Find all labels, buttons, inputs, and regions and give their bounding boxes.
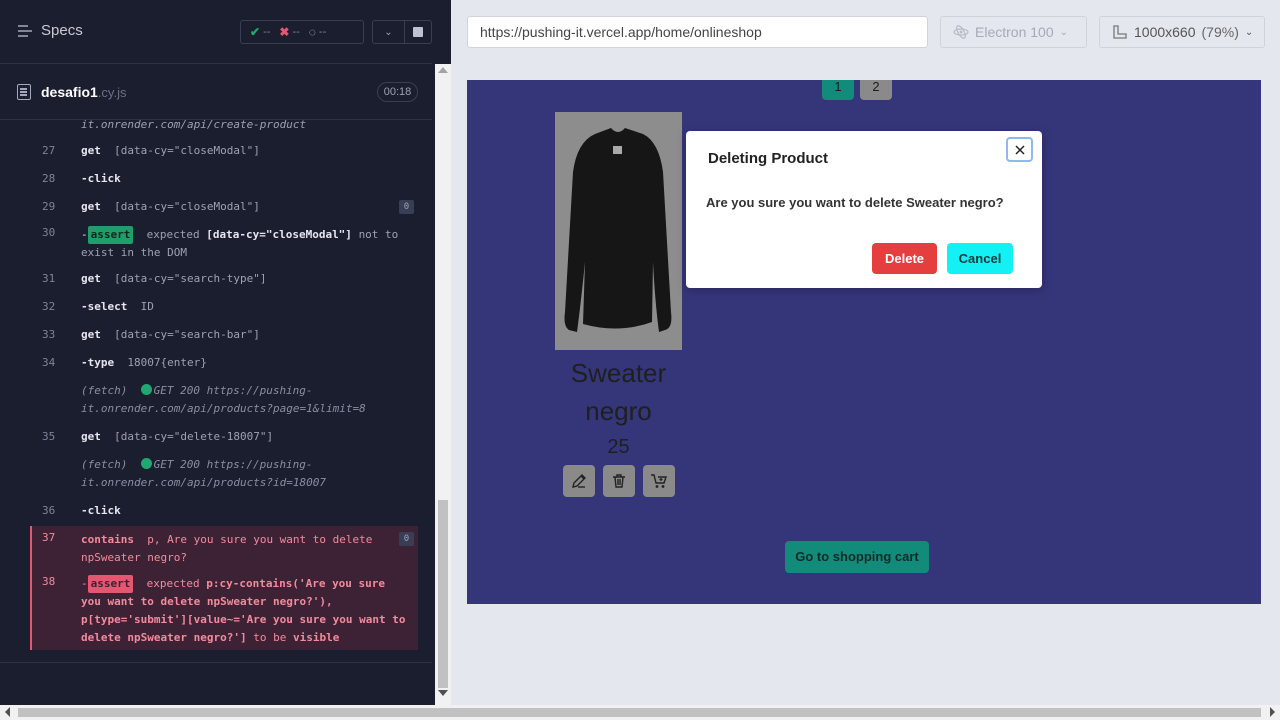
spec-file-name[interactable]: desafio1.cy.js [41, 84, 126, 100]
product-name: Sweater negro [570, 358, 667, 426]
cart-plus-icon [651, 474, 667, 488]
page-button-2[interactable]: 2 [860, 80, 892, 100]
log-row-error[interactable]: 37 contains p, Are you sure you want to … [30, 526, 418, 572]
count-badge: 0 [399, 200, 414, 214]
failed-stat: ✖ -- [279, 25, 300, 39]
count-badge: 0 [399, 532, 414, 546]
scroll-down-icon[interactable] [438, 690, 448, 696]
chevron-down-icon: ⌄ [1059, 26, 1068, 38]
check-icon: ✔ [250, 25, 261, 39]
modal-message: Are you sure you want to delete Sweater … [706, 195, 1004, 210]
product-price: 25 [607, 436, 630, 458]
close-modal-button[interactable] [1006, 137, 1033, 162]
x-icon: ✖ [279, 25, 290, 39]
log-row[interactable]: 28 -click [30, 172, 418, 190]
document-icon [17, 84, 31, 100]
log-row[interactable]: 33 get [data-cy="search-bar"] [30, 328, 418, 346]
specs-label: Specs [41, 22, 83, 39]
page-button-1[interactable]: 1 [822, 80, 854, 100]
pagination: 1 2 [822, 80, 892, 100]
log-row[interactable]: 27 get [data-cy="closeModal"] [30, 144, 418, 162]
reporter-header: Specs ✔ -- ✖ -- ◌ -- ⌄ [0, 0, 432, 64]
modal-title: Deleting Product [708, 150, 829, 167]
command-log: it.onrender.com/api/create-product 27 ge… [0, 120, 432, 665]
url-bar[interactable]: https://pushing-it.vercel.app/home/onlin… [467, 16, 928, 48]
menu-icon [18, 24, 32, 37]
product-image [555, 112, 682, 350]
success-dot-icon [140, 458, 152, 469]
log-row[interactable]: 35 get [data-cy="delete-18007"] [30, 430, 418, 448]
log-row-error[interactable]: 38 - assert expected p:cy-contains('Are y… [30, 572, 418, 650]
horizontal-scrollbar-thumb[interactable] [18, 708, 1261, 717]
run-stats: ✔ -- ✖ -- ◌ -- [240, 20, 364, 44]
confirm-delete-button[interactable]: Delete [872, 243, 937, 274]
log-row[interactable]: 29 get [data-cy="closeModal"] 0 [30, 200, 418, 218]
scroll-left-icon[interactable] [5, 707, 10, 717]
delete-button[interactable] [603, 465, 635, 497]
go-to-cart-button[interactable]: Go to shopping cart [785, 541, 929, 573]
log-row[interactable]: 34 -type 18007{enter} [30, 356, 418, 374]
pending-stat: ◌ -- [308, 25, 327, 39]
log-row-assert[interactable]: 30 - assert expected [data-cy="closeModal… [30, 226, 418, 262]
trash-icon [613, 474, 625, 488]
viewport-size: 1000x660 [1134, 24, 1196, 40]
stop-icon [413, 27, 423, 37]
log-row-fetch[interactable]: (fetch) GET 200 https://pushing-it.onren… [30, 456, 418, 492]
run-timer: 00:18 [377, 82, 418, 102]
log-line: it.onrender.com/api/create-product [81, 120, 307, 131]
passed-stat: ✔ -- [250, 25, 271, 39]
chevron-down-icon: ⌄ [384, 26, 393, 38]
circle-notch-icon: ◌ [308, 25, 316, 39]
browser-select[interactable]: Electron 100 ⌄ [940, 16, 1087, 48]
success-dot-icon [140, 384, 152, 395]
spec-file-bar: desafio1.cy.js 00:18 [0, 64, 432, 120]
divider [0, 662, 432, 663]
collapse-button[interactable]: ⌄ [372, 20, 405, 44]
pencil-icon [572, 474, 586, 488]
log-row-fetch[interactable]: (fetch) GET 200 https://pushing-it.onren… [30, 382, 418, 418]
specs-button[interactable]: Specs [17, 22, 83, 39]
viewport-select[interactable]: 1000x660 (79%) ⌄ [1099, 16, 1265, 48]
electron-icon [953, 25, 969, 39]
browser-name: Electron 100 [975, 24, 1054, 40]
edit-button[interactable] [563, 465, 595, 497]
log-row[interactable]: 36 -click [30, 504, 418, 522]
chevron-down-icon: ⌄ [1244, 26, 1254, 38]
delete-modal: Deleting Product Are you sure you want t… [686, 131, 1042, 288]
ruler-icon [1113, 25, 1127, 39]
scroll-up-icon[interactable] [438, 67, 448, 73]
add-to-cart-button[interactable] [643, 465, 675, 497]
cypress-reporter: Specs ✔ -- ✖ -- ◌ -- ⌄ desafio1.cy.js 00:18… [0, 0, 451, 705]
close-icon [1014, 144, 1025, 155]
zoom-level: (79%) [1201, 24, 1239, 40]
cancel-button[interactable]: Cancel [947, 243, 1013, 274]
log-row[interactable]: 32 -select ID [30, 300, 418, 318]
sweater-image [555, 112, 682, 350]
scrollbar-thumb[interactable] [438, 500, 448, 688]
log-row[interactable]: 31 get [data-cy="search-type"] [30, 272, 418, 290]
scroll-right-icon[interactable] [1270, 707, 1275, 717]
stop-button[interactable] [404, 20, 432, 44]
